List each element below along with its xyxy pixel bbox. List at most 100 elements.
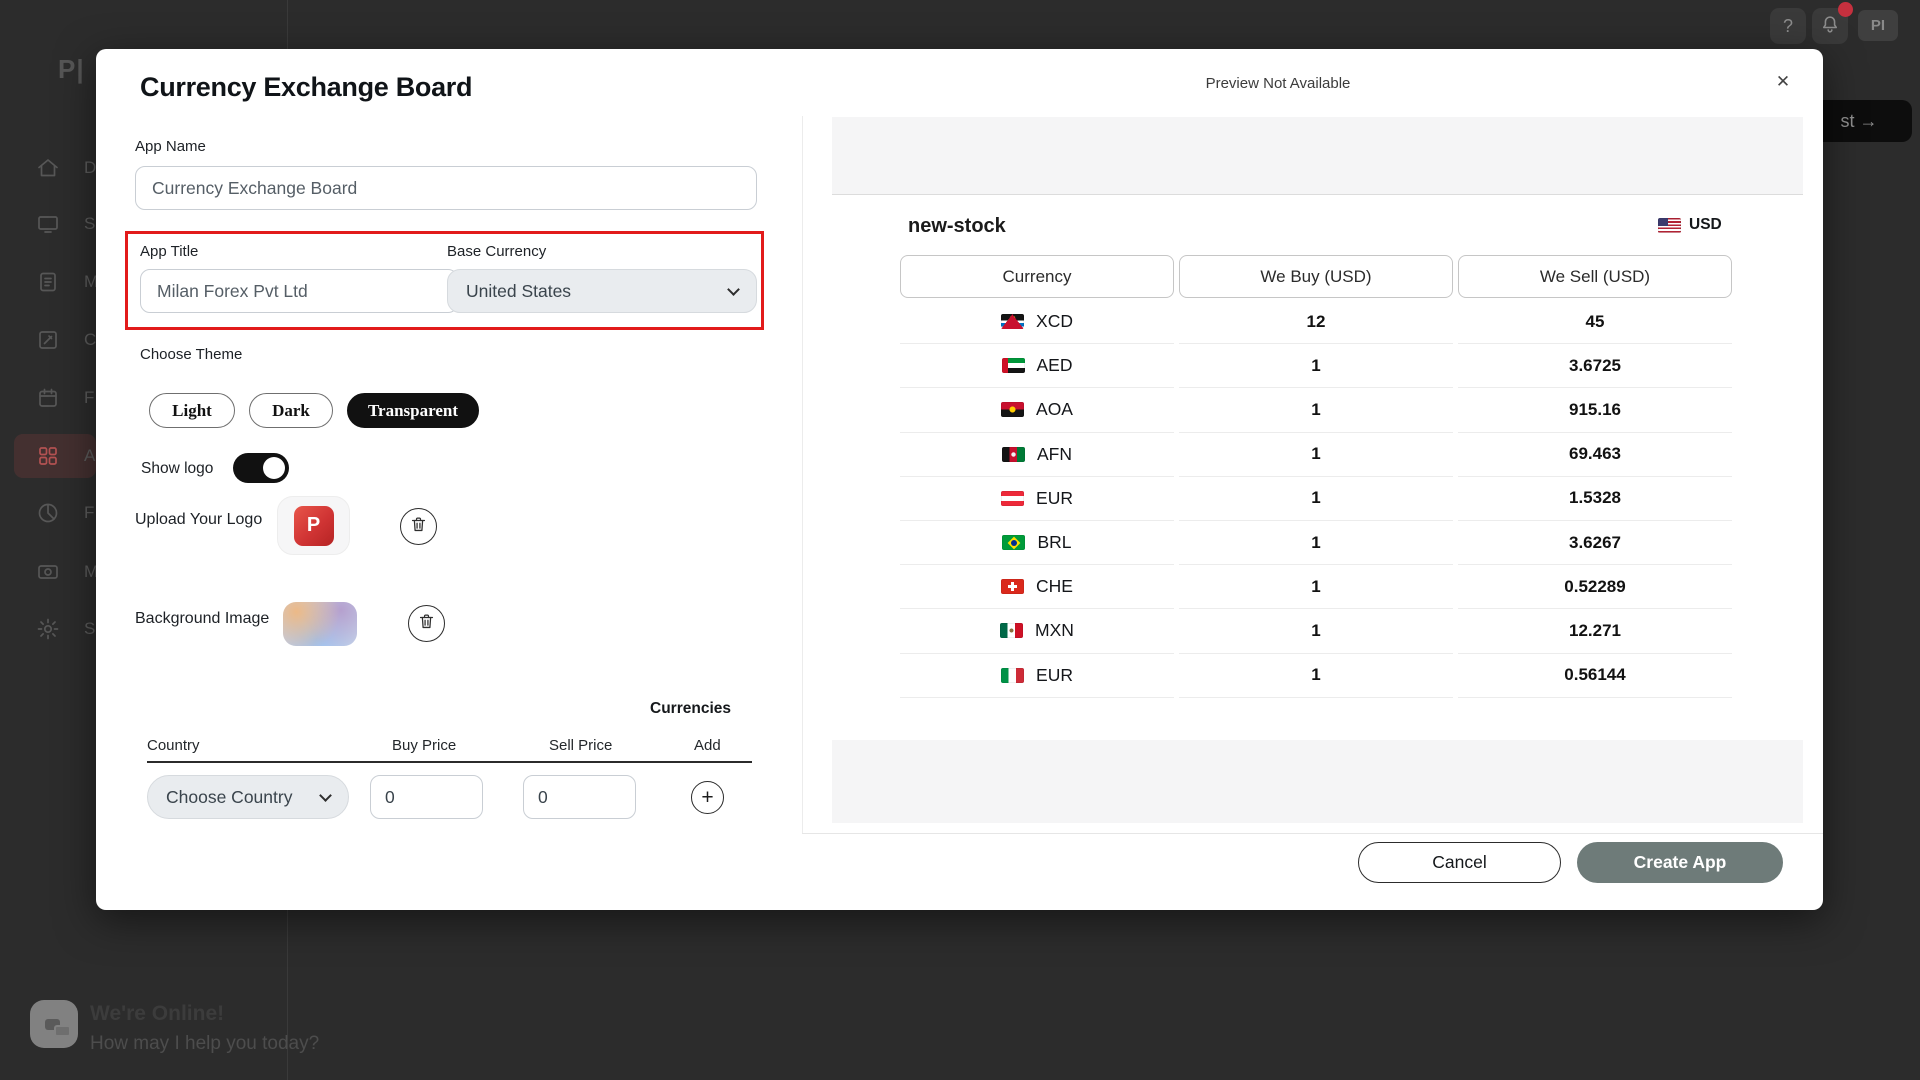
sidebar-item-label: S [84, 214, 96, 233]
currency-code: EUR [1036, 664, 1073, 685]
user-avatar[interactable]: PI [1858, 10, 1898, 41]
currency-cell: EUR [900, 654, 1174, 698]
base-currency-code: USD [1689, 216, 1722, 233]
delete-logo-button[interactable] [400, 508, 437, 545]
buy-cell: 1 [1179, 344, 1453, 389]
question-mark-icon: ? [1782, 15, 1793, 36]
logo-monogram: P [293, 505, 334, 546]
sell-value: 1.5328 [1569, 488, 1621, 508]
sidebar-item-label: A [84, 446, 96, 465]
base-currency-select[interactable]: United States [447, 269, 757, 313]
sidebar-item-s-8[interactable]: S [36, 607, 96, 651]
buy-value: 1 [1311, 488, 1321, 508]
sidebar-item-label: S [84, 619, 96, 638]
sell-value: 0.56144 [1564, 665, 1626, 685]
delete-background-button[interactable] [408, 605, 445, 642]
choose-country-select[interactable]: Choose Country [147, 775, 349, 819]
buy-value: 1 [1311, 532, 1321, 552]
theme-option-dark[interactable]: Dark [249, 393, 333, 428]
logo-thumbnail[interactable]: P [277, 496, 350, 555]
sidebar-item-label: M [84, 562, 96, 581]
buy-value: 12 [1306, 311, 1326, 331]
ae-flag-icon [1001, 358, 1025, 374]
buy-cell: 1 [1179, 477, 1453, 521]
monitor-icon [38, 216, 58, 233]
footer-divider [802, 833, 1823, 834]
modal-title: Currency Exchange Board [140, 72, 473, 102]
base-currency-value: United States [466, 280, 572, 301]
sell-value: 45 [1585, 311, 1605, 331]
bell-icon [1819, 13, 1841, 40]
sidebar-item-m-7[interactable]: M [36, 550, 96, 594]
background-image-thumbnail[interactable] [283, 602, 357, 646]
currency-cell: AED [900, 344, 1174, 389]
add-column-label: Add [694, 737, 721, 754]
sidebar-item-c-3[interactable]: C [36, 318, 96, 362]
currency-cell: XCD [900, 300, 1174, 345]
home-icon [38, 159, 58, 177]
add-currency-button[interactable]: + [691, 781, 724, 814]
chevron-down-icon [319, 788, 332, 802]
sidebar-item-label: C [84, 330, 96, 349]
plus-icon: + [701, 785, 714, 809]
sell-value: 3.6725 [1569, 355, 1621, 375]
buy-cell: 1 [1179, 521, 1453, 566]
buy-cell: 12 [1179, 300, 1453, 345]
grid-icon [39, 447, 57, 465]
buy-price-input[interactable] [370, 775, 483, 819]
currency-cell: AFN [900, 433, 1174, 477]
cancel-button[interactable]: Cancel [1358, 842, 1561, 883]
screen: P| DSMCFAFMS ? PI st → We're Online! How… [0, 0, 1920, 1080]
sell-cell: 69.463 [1458, 433, 1732, 477]
sell-cell: 3.6725 [1458, 344, 1732, 389]
buy-cell: 1 [1179, 654, 1453, 698]
pie-chart-icon [38, 503, 58, 523]
show-logo-toggle[interactable] [233, 453, 289, 483]
trash-icon [409, 515, 428, 539]
preview-footer-band [832, 740, 1803, 823]
close-icon[interactable]: ✕ [1768, 67, 1798, 97]
help-button[interactable]: ? [1770, 8, 1806, 44]
buy-cell: 1 [1179, 565, 1453, 610]
chat-widget-button[interactable] [30, 1000, 78, 1048]
table-header: We Sell (USD) [1458, 255, 1732, 298]
buy-value: 1 [1311, 576, 1321, 596]
theme-option-light[interactable]: Light [149, 393, 235, 428]
sell-cell: 3.6267 [1458, 521, 1732, 566]
sidebar-item-s-1[interactable]: S [36, 202, 96, 246]
columns-underline [147, 761, 752, 763]
sidebar-item-m-2[interactable]: M [36, 260, 96, 304]
base-currency-label: Base Currency [447, 243, 547, 260]
table-header: We Buy (USD) [1179, 255, 1453, 298]
panel-divider [802, 116, 803, 833]
buy-price-column-label: Buy Price [392, 737, 457, 754]
preview-status-text: Preview Not Available [1205, 75, 1351, 92]
currency-code: MXN [1035, 620, 1074, 641]
currency-cell: AOA [900, 388, 1174, 433]
sidebar-item-f-4[interactable]: F [36, 376, 96, 420]
currency-cell: BRL [900, 521, 1174, 566]
sell-value: 12.271 [1569, 620, 1621, 640]
create-app-button[interactable]: Create App [1577, 842, 1783, 883]
theme-option-transparent[interactable]: Transparent [347, 393, 479, 428]
sell-value: 0.52289 [1564, 576, 1626, 596]
notification-badge [1838, 2, 1853, 17]
ch-flag-icon [1001, 579, 1025, 595]
chat-status-subtitle: How may I help you today? [90, 1033, 320, 1054]
currency-cell: MXN [900, 609, 1174, 654]
currency-code: EUR [1036, 487, 1073, 508]
sidebar-item-a-5[interactable]: A [36, 434, 96, 478]
app-title-input[interactable] [140, 269, 458, 313]
app-name-input[interactable] [135, 166, 757, 210]
ao-flag-icon [1001, 402, 1025, 418]
choose-country-value: Choose Country [166, 786, 293, 807]
dollar-icon [38, 565, 58, 579]
buy-cell: 1 [1179, 609, 1453, 654]
sidebar-item-label: D [84, 158, 96, 177]
buy-cell: 1 [1179, 388, 1453, 433]
sidebar-item-f-6[interactable]: F [36, 491, 96, 535]
sidebar-item-label: M [84, 272, 96, 291]
sell-price-input[interactable] [523, 775, 636, 819]
background-image-label: Background Image [135, 610, 270, 627]
sidebar-item-d-0[interactable]: D [36, 146, 96, 190]
